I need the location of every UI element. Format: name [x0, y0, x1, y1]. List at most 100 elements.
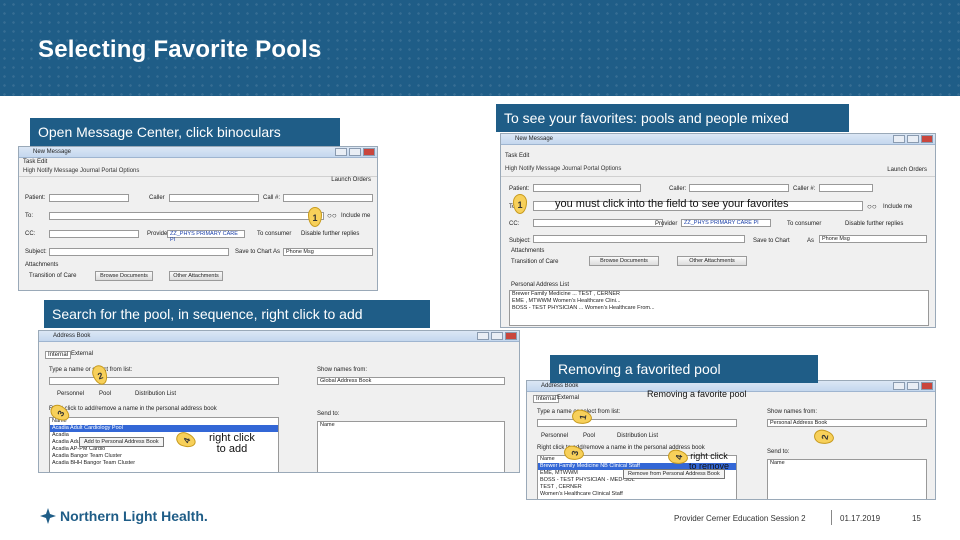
- close-button[interactable]: [921, 135, 933, 143]
- right-click-remove-note: right click to remove: [689, 451, 730, 471]
- show-names-dropdown[interactable]: Personal Address Book: [767, 419, 927, 427]
- footer-divider: [831, 510, 832, 525]
- list-item[interactable]: BOSS - TEST PHYSICIAN ... Women's Health…: [510, 305, 928, 312]
- right-click-add-note: right click to add: [209, 432, 255, 455]
- subject-field[interactable]: [533, 235, 745, 243]
- show-names-dropdown[interactable]: Global Address Book: [317, 377, 505, 385]
- radio-pool[interactable]: Pool: [99, 391, 111, 397]
- radio-personnel[interactable]: Personnel: [57, 391, 84, 397]
- callback-label: Caller #:: [793, 186, 816, 192]
- list-item[interactable]: Acadia Adult Cardiology Pool: [50, 425, 278, 432]
- show-names-label: Show names from:: [767, 409, 818, 415]
- binoculars-icon[interactable]: ○○: [327, 211, 337, 220]
- provider-field[interactable]: ZZ_PHYS PRIMARY CARE PI: [167, 230, 245, 243]
- list-item[interactable]: Name: [50, 418, 278, 425]
- browse-documents-button[interactable]: Browse Documents: [95, 271, 153, 281]
- tab-external[interactable]: External: [557, 395, 579, 401]
- minimize-button[interactable]: [893, 382, 905, 390]
- disable-replies-checkbox[interactable]: Disable further replies: [301, 231, 359, 237]
- cc-label: CC:: [25, 231, 36, 237]
- to-consumer-checkbox[interactable]: To consumer: [787, 221, 821, 227]
- tab-external[interactable]: External: [71, 351, 93, 357]
- minimize-button[interactable]: [477, 332, 489, 340]
- other-attachments-button[interactable]: Other Attachments: [677, 256, 747, 266]
- menu-bar[interactable]: Task Edit: [19, 158, 377, 167]
- add-to-address-book-menu-item[interactable]: Add to Personal Address Book: [79, 437, 164, 447]
- radio-distribution-list[interactable]: Distribution List: [617, 433, 658, 439]
- transition-of-care-checkbox[interactable]: Transition of Care: [511, 259, 558, 265]
- cc-field[interactable]: [533, 219, 663, 227]
- radio-pool[interactable]: Pool: [583, 433, 595, 439]
- window-title: Address Book: [541, 383, 579, 389]
- list-item[interactable]: Acadia BHH Bangor Team Cluster: [50, 460, 278, 467]
- cc-field[interactable]: [49, 230, 139, 238]
- save-to-chart-checkbox[interactable]: Save to Chart: [753, 238, 790, 244]
- northern-light-logo: Northern Light Health.: [40, 508, 208, 524]
- provider-field[interactable]: ZZ_PHYS PRIMARY CARE PI: [681, 219, 771, 227]
- disable-replies-checkbox[interactable]: Disable further replies: [845, 221, 903, 227]
- list-header: Name: [320, 422, 335, 428]
- as-dropdown[interactable]: Phone Msg: [819, 235, 927, 243]
- toolbar[interactable]: High Notify Message Journal Portal Optio…: [501, 165, 935, 177]
- remove-from-address-book-menu-item[interactable]: Remove from Personal Address Book: [623, 469, 725, 479]
- personal-address-list[interactable]: Brewer Family Medicine ... TEST , CERNER…: [509, 290, 929, 326]
- caller-field[interactable]: [689, 184, 789, 192]
- patient-label: Patient:: [25, 195, 46, 201]
- close-button[interactable]: [363, 148, 375, 156]
- close-button[interactable]: [505, 332, 517, 340]
- send-to-list[interactable]: Name: [317, 421, 505, 472]
- caption-step-4: Removing a favorited pool: [550, 355, 818, 383]
- maximize-button[interactable]: [907, 135, 919, 143]
- to-consumer-checkbox[interactable]: To consumer: [257, 231, 291, 237]
- patient-field[interactable]: [49, 194, 129, 202]
- callback-field[interactable]: [283, 194, 373, 202]
- caller-field[interactable]: [169, 194, 259, 202]
- radio-personnel[interactable]: Personnel: [541, 433, 568, 439]
- to-label: To:: [25, 213, 34, 219]
- toolbar[interactable]: High Notify Message Journal Portal Optio…: [19, 167, 377, 177]
- attachments-label: Attachments: [511, 248, 545, 254]
- save-to-chart-checkbox[interactable]: Save to Chart: [235, 249, 272, 255]
- browse-documents-button[interactable]: Browse Documents: [589, 256, 659, 266]
- list-item[interactable]: TEST , CERNER: [538, 484, 736, 491]
- new-message-window-2: New Message Task Edit High Notify Messag…: [500, 133, 936, 328]
- to-field[interactable]: [49, 212, 324, 220]
- caller-label: Caller:: [669, 186, 687, 192]
- list-item[interactable]: Women's Healthcare Clinical Staff: [538, 491, 736, 498]
- name-search-input[interactable]: [537, 419, 737, 427]
- list-item[interactable]: EME , MTWWM Women's Healthcare Clini...: [510, 298, 928, 305]
- title-bar: Address Book: [39, 331, 519, 342]
- provider-label: Provider: [147, 231, 170, 237]
- page-number: 15: [912, 514, 921, 523]
- callback-field[interactable]: [819, 184, 873, 192]
- minimize-button[interactable]: [335, 148, 347, 156]
- close-button[interactable]: [921, 382, 933, 390]
- subject-field[interactable]: [49, 248, 229, 256]
- tab-internal[interactable]: Internal: [533, 395, 560, 403]
- name-search-input[interactable]: [49, 377, 279, 385]
- minimize-button[interactable]: [893, 135, 905, 143]
- maximize-button[interactable]: [907, 382, 919, 390]
- include-me-checkbox[interactable]: Include me: [883, 204, 912, 210]
- maximize-button[interactable]: [491, 332, 503, 340]
- send-to-list[interactable]: Name: [767, 459, 927, 499]
- list-item[interactable]: Brewer Family Medicine ... TEST , CERNER: [510, 291, 928, 298]
- radio-distribution-list[interactable]: Distribution List: [135, 391, 176, 397]
- as-label: As: [273, 249, 281, 255]
- launch-orders-link[interactable]: Launch Orders: [887, 167, 927, 173]
- as-dropdown[interactable]: Phone Msg: [283, 248, 373, 256]
- tab-internal[interactable]: Internal: [45, 351, 72, 359]
- include-me-checkbox[interactable]: Include me: [341, 213, 370, 219]
- address-book-window-4: Address Book Internal External Removing …: [526, 380, 936, 500]
- patient-field[interactable]: [533, 184, 641, 192]
- window-title: Address Book: [53, 333, 91, 339]
- provider-label: Provider: [655, 221, 678, 227]
- subject-label: Subject:: [25, 249, 47, 255]
- menu-bar[interactable]: Task Edit: [501, 145, 935, 165]
- transition-of-care-checkbox[interactable]: Transition of Care: [29, 273, 76, 279]
- maximize-button[interactable]: [349, 148, 361, 156]
- other-attachments-button[interactable]: Other Attachments: [169, 271, 223, 281]
- date-label: 01.17.2019: [840, 514, 881, 523]
- binoculars-icon[interactable]: ○○: [867, 202, 877, 211]
- launch-orders-link[interactable]: Launch Orders: [331, 177, 371, 183]
